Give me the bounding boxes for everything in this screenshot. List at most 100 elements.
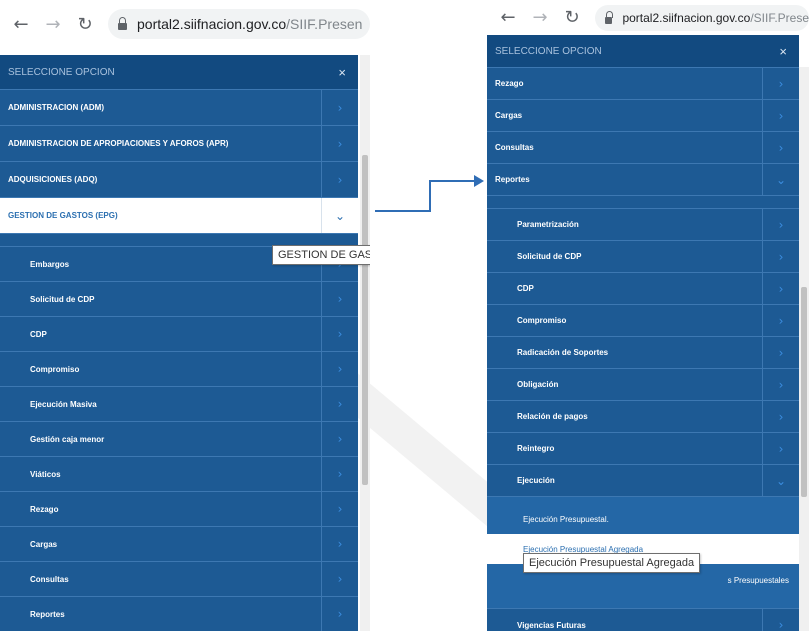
address-bar[interactable]: portal2.siifnacion.gov.co/SIIF.Presen bbox=[108, 9, 370, 39]
tooltip: Ejecución Presupuestal Agregada bbox=[523, 553, 701, 573]
chevron-right-icon[interactable]: › bbox=[762, 609, 799, 631]
submenu-item-cargas[interactable]: Cargas › bbox=[0, 526, 358, 561]
chevron-right-icon[interactable]: › bbox=[321, 126, 358, 161]
submenu-item-compromiso[interactable]: Compromiso › bbox=[487, 304, 799, 336]
chevron-right-icon[interactable]: › bbox=[762, 100, 799, 131]
chevron-right-icon[interactable]: › bbox=[321, 562, 358, 596]
chevron-right-icon[interactable]: › bbox=[762, 273, 799, 304]
chevron-right-icon[interactable]: › bbox=[762, 241, 799, 272]
submenu-item-ejecucion-masiva[interactable]: Ejecución Masiva › bbox=[0, 386, 358, 421]
menu-item-epg[interactable]: GESTION DE GASTOS (EPG) ⌄ bbox=[0, 197, 358, 233]
subsubmenu-item-label: s Presupuestales bbox=[727, 575, 789, 585]
menu-item-adm[interactable]: ADMINISTRACION (ADM) › bbox=[0, 89, 358, 125]
submenu-item-label: Gestión caja menor bbox=[30, 434, 105, 444]
chevron-right-icon[interactable]: › bbox=[321, 527, 358, 561]
browser-toolbar: ← → ↻ portal2.siifnacion.gov.co/SIIF.Pre… bbox=[0, 0, 370, 48]
submenu-item-viaticos[interactable]: Viáticos › bbox=[0, 456, 358, 491]
url-path: /SIIF.Prese bbox=[750, 10, 809, 25]
close-icon[interactable]: × bbox=[338, 65, 346, 80]
submenu-item-solicitud-cdp[interactable]: Solicitud de CDP › bbox=[487, 240, 799, 272]
chevron-down-icon[interactable]: ⌄ bbox=[762, 164, 799, 195]
chevron-right-icon[interactable]: › bbox=[762, 337, 799, 368]
chevron-down-icon[interactable]: ⌄ bbox=[321, 198, 358, 233]
submenu-item-parametrizacion[interactable]: Parametrización › bbox=[487, 208, 799, 240]
submenu-item-cdp[interactable]: CDP › bbox=[487, 272, 799, 304]
chevron-right-icon[interactable]: › bbox=[321, 457, 358, 491]
submenu-item-label: Compromiso bbox=[30, 364, 80, 374]
subsubmenu-item-ejecucion-presupuestal[interactable]: Ejecución Presupuestal. bbox=[487, 505, 799, 534]
chevron-right-icon[interactable]: › bbox=[321, 352, 358, 386]
menu-title: SELECCIONE OPCION bbox=[8, 66, 115, 78]
submenu-item-label: Solicitud de CDP bbox=[30, 294, 95, 304]
submenu-item-consultas[interactable]: Consultas › bbox=[0, 561, 358, 596]
submenu-item-label: Obligación bbox=[517, 380, 559, 389]
submenu-item-label: Cargas bbox=[30, 539, 58, 549]
submenu-item-label: Reintegro bbox=[517, 444, 555, 453]
menu-item-cargas[interactable]: Cargas › bbox=[487, 99, 799, 131]
menu-item-label: Consultas bbox=[495, 143, 534, 152]
scrollbar[interactable] bbox=[799, 67, 809, 631]
subsubmenu-spacer bbox=[487, 496, 799, 505]
reload-icon[interactable]: ↻ bbox=[561, 7, 583, 28]
submenu-item-relacion-pagos[interactable]: Relación de pagos › bbox=[487, 400, 799, 432]
chevron-right-icon[interactable]: › bbox=[321, 422, 358, 456]
submenu-item-ejecucion[interactable]: Ejecución ⌄ bbox=[487, 464, 799, 496]
arrow-left-icon[interactable]: ← bbox=[10, 14, 32, 35]
close-icon[interactable]: × bbox=[779, 44, 787, 59]
submenu-item-reintegro[interactable]: Reintegro › bbox=[487, 432, 799, 464]
chevron-right-icon[interactable]: › bbox=[762, 401, 799, 432]
submenu-item-radicacion-soportes[interactable]: Radicación de Soportes › bbox=[487, 336, 799, 368]
arrow-right-icon[interactable]: → bbox=[42, 14, 64, 35]
lock-icon bbox=[605, 10, 614, 24]
chevron-right-icon[interactable]: › bbox=[321, 282, 358, 316]
chevron-right-icon[interactable]: › bbox=[762, 68, 799, 99]
menu-item-label: ADQUISICIONES (ADQ) bbox=[8, 175, 98, 184]
scrollbar-thumb[interactable] bbox=[362, 155, 368, 485]
tooltip: GESTION DE GAS bbox=[272, 245, 370, 265]
chevron-right-icon[interactable]: › bbox=[321, 492, 358, 526]
submenu-item-rezago[interactable]: Rezago › bbox=[0, 491, 358, 526]
address-bar[interactable]: portal2.siifnacion.gov.co/SIIF.Prese bbox=[595, 4, 809, 31]
menu-item-rezago[interactable]: Rezago › bbox=[487, 67, 799, 99]
menu-item-adq[interactable]: ADQUISICIONES (ADQ) › bbox=[0, 161, 358, 197]
subsubmenu-spacer bbox=[487, 596, 799, 608]
chevron-right-icon[interactable]: › bbox=[321, 317, 358, 351]
arrow-left-icon[interactable]: ← bbox=[497, 7, 519, 28]
chevron-right-icon[interactable]: › bbox=[762, 305, 799, 336]
chevron-right-icon[interactable]: › bbox=[321, 597, 358, 631]
chevron-right-icon[interactable]: › bbox=[762, 433, 799, 464]
chevron-right-icon[interactable]: › bbox=[321, 387, 358, 421]
chevron-right-icon[interactable]: › bbox=[762, 132, 799, 163]
lock-icon bbox=[118, 17, 127, 30]
submenu-item-obligacion[interactable]: Obligación › bbox=[487, 368, 799, 400]
submenu-item-reportes[interactable]: Reportes › bbox=[0, 596, 358, 631]
submenu-spacer bbox=[487, 195, 799, 208]
submenu-item-label: Compromiso bbox=[517, 316, 567, 325]
menu-title: SELECCIONE OPCION bbox=[495, 45, 602, 57]
left-screenshot: ← → ↻ portal2.siifnacion.gov.co/SIIF.Pre… bbox=[0, 0, 370, 631]
submenu-item-vigencias-futuras[interactable]: Vigencias Futuras › bbox=[487, 608, 799, 631]
submenu-item-cdp[interactable]: CDP › bbox=[0, 316, 358, 351]
submenu-item-label: Relación de pagos bbox=[517, 412, 588, 421]
submenu-item-label: Rezago bbox=[30, 504, 59, 514]
menu-item-consultas[interactable]: Consultas › bbox=[487, 131, 799, 163]
submenu-item-caja-menor[interactable]: Gestión caja menor › bbox=[0, 421, 358, 456]
submenu-item-compromiso[interactable]: Compromiso › bbox=[0, 351, 358, 386]
chevron-right-icon[interactable]: › bbox=[321, 90, 358, 125]
chevron-right-icon[interactable]: › bbox=[321, 162, 358, 197]
submenu-item-solicitud-cdp[interactable]: Solicitud de CDP › bbox=[0, 281, 358, 316]
arrow-right-icon[interactable]: → bbox=[529, 7, 551, 28]
menu-header: SELECCIONE OPCION × bbox=[0, 55, 358, 89]
scrollbar-thumb[interactable] bbox=[801, 287, 807, 497]
chevron-down-icon[interactable]: ⌄ bbox=[762, 465, 799, 496]
menu-item-apr[interactable]: ADMINISTRACION DE APROPIACIONES Y AFOROS… bbox=[0, 125, 358, 161]
chevron-right-icon[interactable]: › bbox=[762, 369, 799, 400]
submenu-item-label: Parametrización bbox=[517, 220, 579, 229]
menu-item-label: Reportes bbox=[495, 175, 530, 184]
chevron-right-icon[interactable]: › bbox=[762, 209, 799, 240]
reload-icon[interactable]: ↻ bbox=[74, 14, 96, 35]
options-menu: SELECCIONE OPCION × Rezago › Cargas › Co… bbox=[487, 35, 799, 631]
scrollbar[interactable] bbox=[360, 55, 370, 631]
menu-item-reportes[interactable]: Reportes ⌄ bbox=[487, 163, 799, 195]
submenu-item-label: Radicación de Soportes bbox=[517, 348, 609, 357]
